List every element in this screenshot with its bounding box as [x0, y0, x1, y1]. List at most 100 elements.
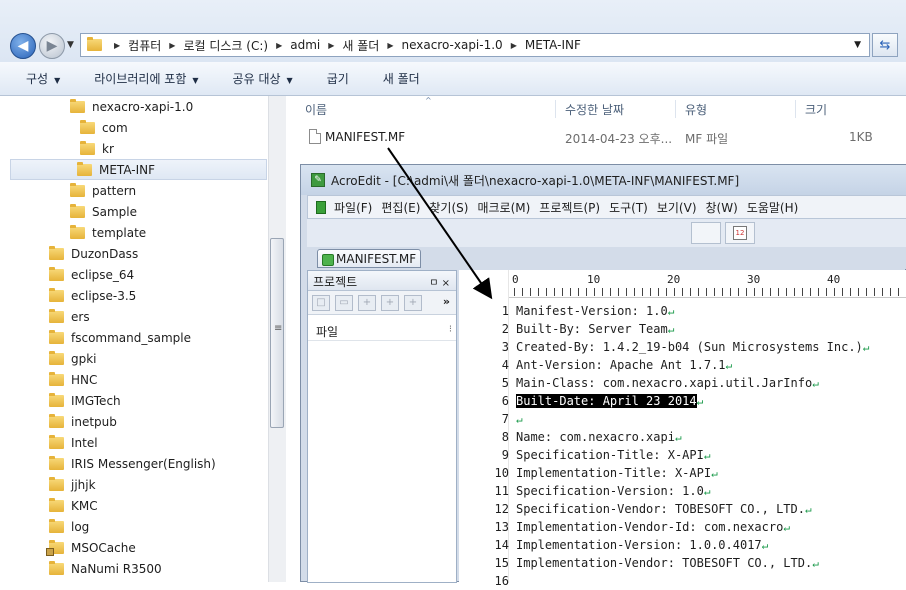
breadcrumb-separator-icon[interactable]: ▶ — [328, 41, 334, 50]
tree-item[interactable]: MSOCache — [46, 537, 136, 558]
column-header-name[interactable]: 이름 — [305, 101, 327, 118]
add-item-icon[interactable]: + — [404, 294, 422, 311]
editor-line[interactable]: 13 Implementation-Vendor-Id: com.nexacro↵ — [459, 518, 906, 536]
share-with-button[interactable]: 공유 대상 ▼ — [233, 70, 293, 87]
project-panel-title: 프로젝트 — [313, 275, 358, 289]
folder-icon — [87, 37, 102, 51]
editor-line[interactable]: 6 Built-Date: April 23 2014↵ — [459, 392, 906, 410]
new-project-icon[interactable]: □ — [312, 294, 330, 311]
tree-item[interactable]: nexacro-xapi-1.0 — [70, 96, 193, 117]
breadcrumb-item[interactable]: admi — [290, 38, 320, 52]
tree-item-label: inetpub — [71, 414, 117, 429]
folder-icon — [49, 329, 64, 344]
tree-item[interactable]: gpki — [49, 348, 97, 369]
tree-item[interactable]: META-INF — [10, 159, 267, 180]
acroedit-titlebar[interactable]: ✎ AcroEdit - [C:\admi\새 폴더\nexacro-xapi-… — [301, 165, 906, 195]
menu-file[interactable]: 파일(F) — [334, 199, 372, 216]
tree-item[interactable]: fscommand_sample — [49, 327, 191, 348]
tree-item[interactable]: IMGTech — [49, 390, 121, 411]
tree-item[interactable]: com — [80, 117, 128, 138]
open-project-icon[interactable]: ▭ — [335, 294, 353, 311]
document-tab[interactable]: MANIFEST.MF — [317, 249, 422, 268]
new-folder-button[interactable]: 새 폴더 — [383, 70, 420, 87]
menu-find[interactable]: 찾기(S) — [429, 199, 468, 216]
recent-pages-dropdown-icon[interactable]: ▼ — [67, 40, 74, 50]
pin-icon[interactable]: ㅁ × — [429, 274, 450, 289]
editor-line[interactable]: 11 Specification-Version: 1.0↵ — [459, 482, 906, 500]
editor-line[interactable]: 12 Specification-Vendor: TOBESOFT CO., LT… — [459, 500, 906, 518]
breadcrumb-separator-icon[interactable]: ▶ — [169, 41, 175, 50]
tree-item[interactable]: log — [49, 516, 89, 537]
calendar-button[interactable]: 12 — [725, 222, 755, 244]
tree-item[interactable]: HNC — [49, 369, 97, 390]
menu-macro[interactable]: 매크로(M) — [477, 199, 530, 216]
editor-line[interactable]: 3 Created-By: 1.4.2_19-b04 (Sun Microsyst… — [459, 338, 906, 356]
tree-item[interactable]: jjhjk — [49, 474, 96, 495]
editor-line[interactable]: 2 Built-By: Server Team↵ — [459, 320, 906, 338]
menu-window[interactable]: 창(W) — [706, 199, 738, 216]
file-size: 1KB — [849, 130, 873, 144]
column-header-type[interactable]: 유형 — [685, 101, 707, 118]
editor-line[interactable]: 14 Implementation-Version: 1.0.0.4017↵ — [459, 536, 906, 554]
breadcrumb-item[interactable]: 새 폴더 — [342, 37, 379, 54]
editor-line[interactable]: 15 Implementation-Vendor: TOBESOFT CO., L… — [459, 554, 906, 572]
editor-line[interactable]: 8 Name: com.nexacro.xapi↵ — [459, 428, 906, 446]
editor-line[interactable]: 1 Manifest-Version: 1.0↵ — [459, 302, 906, 320]
breadcrumb-item[interactable]: 로컬 디스크 (C:) — [183, 37, 268, 54]
tree-item[interactable]: inetpub — [49, 411, 117, 432]
editor-line[interactable]: 10 Implementation-Title: X-API↵ — [459, 464, 906, 482]
line-number: 4 — [501, 358, 509, 372]
editor-line[interactable]: 16 — [459, 572, 906, 590]
editor-line[interactable]: 7 ↵ — [459, 410, 906, 428]
tree-item-label: pattern — [92, 183, 137, 198]
editor-line[interactable]: 9 Specification-Title: X-API↵ — [459, 446, 906, 464]
add-file-icon[interactable]: + — [358, 294, 376, 311]
address-field[interactable]: ▶ 컴퓨터 ▶ 로컬 디스크 (C:) ▶ admi ▶ 새 폴더 ▶ nexacro-xapi-… — [80, 33, 870, 57]
toolbar-button[interactable] — [691, 222, 721, 244]
menu-help[interactable]: 도움말(H) — [747, 199, 799, 216]
text-editor[interactable]: 0 10 20 30 40 1 Manifest-Version: 1.0↵ 2 Bu… — [459, 270, 906, 588]
folder-icon — [49, 413, 64, 428]
tree-item[interactable]: pattern — [70, 180, 136, 201]
tree-item[interactable]: KMC — [49, 495, 98, 516]
editor-line[interactable]: 5 Main-Class: com.nexacro.xapi.util.JarIn… — [459, 374, 906, 392]
include-in-library-button[interactable]: 라이브러리에 포함 ▼ — [94, 70, 198, 87]
more-icon[interactable]: » — [443, 295, 450, 308]
organize-button[interactable]: 구성 ▼ — [26, 70, 60, 87]
breadcrumb-separator-icon[interactable]: ▶ — [511, 41, 517, 50]
tree-item[interactable]: eclipse-3.5 — [49, 285, 136, 306]
breadcrumb-item[interactable]: nexacro-xapi-1.0 — [401, 38, 502, 52]
back-button[interactable]: ◀ — [10, 33, 36, 59]
file-row[interactable]: MANIFEST.MF 2014-04-23 오후... MF 파일 1KB — [287, 126, 906, 148]
tree-item[interactable]: Intel — [49, 432, 98, 453]
add-folder-icon[interactable]: + — [381, 294, 399, 311]
nav-scrollbar-thumb[interactable]: ≡ — [270, 238, 284, 428]
tree-item[interactable]: ers — [49, 306, 90, 327]
column-header-modified[interactable]: 수정한 날짜 — [565, 101, 624, 118]
tree-item[interactable]: Sample — [70, 201, 137, 222]
menu-view[interactable]: 보기(V) — [657, 199, 697, 216]
breadcrumb-separator-icon[interactable]: ▶ — [387, 41, 393, 50]
menu-edit[interactable]: 편집(E) — [381, 199, 420, 216]
tree-item[interactable]: DuzonDass — [49, 243, 138, 264]
forward-button[interactable]: ▶ — [39, 33, 65, 59]
tree-item-label: DuzonDass — [71, 246, 139, 261]
column-header-size[interactable]: 크기 — [805, 101, 827, 118]
editor-line[interactable]: 4 Ant-Version: Apache Ant 1.7.1↵ — [459, 356, 906, 374]
menu-tools[interactable]: 도구(T) — [609, 199, 648, 216]
burn-button[interactable]: 굽기 — [327, 70, 349, 87]
menu-project[interactable]: 프로젝트(P) — [539, 199, 600, 216]
tree-item[interactable]: IRIS Messenger(English) — [49, 453, 216, 474]
address-dropdown-icon[interactable]: ▼ — [854, 40, 861, 50]
breadcrumb-item[interactable]: META-INF — [525, 38, 581, 52]
tree-item[interactable]: NaNumi R3500 — [49, 558, 162, 579]
breadcrumb-separator-icon[interactable]: ▶ — [276, 41, 282, 50]
breadcrumb-item[interactable]: 컴퓨터 — [128, 37, 161, 54]
breadcrumb-separator-icon[interactable]: ▶ — [114, 41, 120, 50]
tree-item[interactable]: eclipse_64 — [49, 264, 134, 285]
refresh-button[interactable]: ⇆ — [872, 33, 898, 57]
tree-item[interactable]: kr — [80, 138, 114, 159]
line-text: Created-By: 1.4.2_19-b04 (Sun Microsyste… — [516, 338, 869, 357]
line-text: Ant-Version: Apache Ant 1.7.1↵ — [516, 356, 732, 375]
tree-item[interactable]: template — [70, 222, 146, 243]
